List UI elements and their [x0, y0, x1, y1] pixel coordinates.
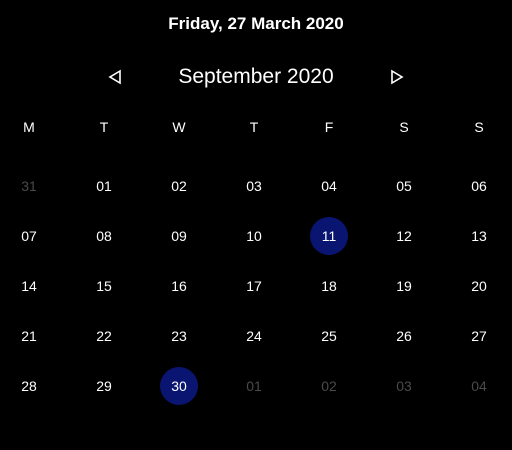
day-cell-highlighted[interactable]: 11: [310, 217, 348, 255]
day-cell-other-month[interactable]: 02: [310, 367, 348, 405]
day-cell[interactable]: 07: [10, 217, 48, 255]
day-cell[interactable]: 25: [310, 317, 348, 355]
day-cell[interactable]: 16: [160, 267, 198, 305]
day-cell[interactable]: 14: [10, 267, 48, 305]
day-cell-highlighted[interactable]: 30: [160, 367, 198, 405]
day-cell[interactable]: 19: [385, 267, 423, 305]
day-cell[interactable]: 20: [460, 267, 498, 305]
day-cell-other-month[interactable]: 01: [235, 367, 273, 405]
day-cell[interactable]: 15: [85, 267, 123, 305]
day-cell[interactable]: 22: [85, 317, 123, 355]
day-grid: 31 01 02 03 04 05 06 07 08 09 10 11 12 13 14 15 16 17 18 19…: [0, 0, 512, 450]
day-cell[interactable]: 08: [85, 217, 123, 255]
day-cell[interactable]: 24: [235, 317, 273, 355]
day-cell[interactable]: 04: [310, 167, 348, 205]
day-cell[interactable]: 01: [85, 167, 123, 205]
day-cell[interactable]: 27: [460, 317, 498, 355]
day-cell[interactable]: 06: [460, 167, 498, 205]
day-cell[interactable]: 21: [10, 317, 48, 355]
day-cell-other-month[interactable]: 31: [10, 167, 48, 205]
day-cell-other-month[interactable]: 04: [460, 367, 498, 405]
day-cell[interactable]: 18: [310, 267, 348, 305]
day-cell[interactable]: 28: [10, 367, 48, 405]
day-cell[interactable]: 12: [385, 217, 423, 255]
day-cell[interactable]: 09: [160, 217, 198, 255]
day-cell[interactable]: 05: [385, 167, 423, 205]
day-cell[interactable]: 13: [460, 217, 498, 255]
day-cell[interactable]: 02: [160, 167, 198, 205]
day-cell[interactable]: 03: [235, 167, 273, 205]
day-cell[interactable]: 29: [85, 367, 123, 405]
day-cell[interactable]: 26: [385, 317, 423, 355]
day-cell[interactable]: 23: [160, 317, 198, 355]
day-cell-other-month[interactable]: 03: [385, 367, 423, 405]
day-cell[interactable]: 17: [235, 267, 273, 305]
day-cell[interactable]: 10: [235, 217, 273, 255]
